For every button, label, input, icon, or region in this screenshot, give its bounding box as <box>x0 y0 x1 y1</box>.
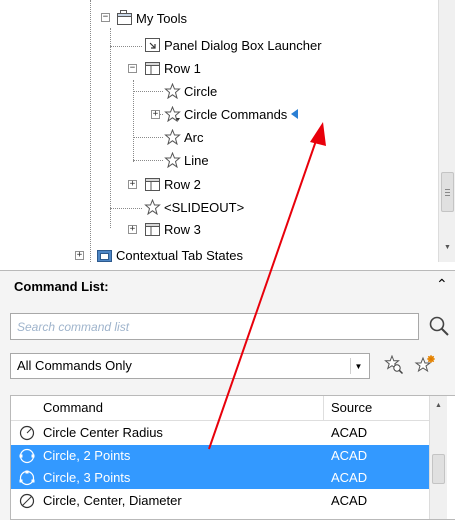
search-icon[interactable] <box>428 315 450 337</box>
tree-connector <box>133 91 163 92</box>
command-source: ACAD <box>331 470 368 485</box>
command-source: ACAD <box>331 448 368 463</box>
find-command-icon[interactable] <box>384 354 404 375</box>
tree-node-row-1[interactable]: Row 1 <box>144 58 201 78</box>
tree-node-label: Circle <box>184 83 218 99</box>
drop-indicator-icon <box>291 107 299 122</box>
star-icon <box>164 82 181 100</box>
tree-node-circle-commands[interactable]: Circle Commands <box>164 104 299 124</box>
star-icon <box>164 105 181 123</box>
tree-node-label: Row 2 <box>164 176 201 192</box>
tree-node-arc[interactable]: Arc <box>164 127 204 147</box>
tree-node-slideout[interactable]: <SLIDEOUT> <box>144 197 244 217</box>
expand-toggle[interactable]: + <box>128 225 137 234</box>
tree-node-row-2[interactable]: Row 2 <box>144 174 201 194</box>
grid-header: Command Source <box>11 396 429 421</box>
circle-center-radius-icon <box>19 425 35 441</box>
table-row[interactable]: Circle, 3 Points ACAD <box>11 467 429 489</box>
command-name: Circle, Center, Diameter <box>43 493 182 508</box>
scroll-down-arrow-icon[interactable]: ▼ <box>444 244 451 251</box>
table-row[interactable]: Circle Center Radius ACAD <box>11 422 429 444</box>
command-source: ACAD <box>331 425 368 440</box>
tree-node-line[interactable]: Line <box>164 150 209 170</box>
collapse-toggle[interactable]: − <box>128 64 137 73</box>
row-icon <box>144 221 161 237</box>
tree-clip: + Contextual Tab States <box>0 244 440 262</box>
scrollbar-thumb[interactable] <box>441 172 454 212</box>
panel-title: Command List: <box>14 279 109 294</box>
grid-scrollbar[interactable]: ▲ <box>429 396 447 519</box>
tree-connector <box>133 160 163 161</box>
expand-toggle[interactable]: + <box>128 180 137 189</box>
command-source: ACAD <box>331 493 368 508</box>
tree-node-my-tools[interactable]: My Tools <box>116 8 187 28</box>
tree-node-label: Panel Dialog Box Launcher <box>164 37 322 53</box>
filter-selected-value: All Commands Only <box>17 358 132 373</box>
chevron-down-icon[interactable]: ▼ <box>350 358 366 374</box>
tree-node-label: Row 1 <box>164 60 201 76</box>
tree-node-label: <SLIDEOUT> <box>164 199 245 215</box>
row-icon <box>144 176 161 192</box>
launcher-icon <box>144 37 161 53</box>
collapse-toggle[interactable]: − <box>101 13 110 22</box>
collapse-panel-button[interactable]: ⌃ <box>436 276 448 293</box>
tree-connector <box>110 28 111 228</box>
scroll-up-arrow-icon[interactable]: ▲ <box>435 402 442 409</box>
row-icon <box>144 60 161 76</box>
command-name: Circle Center Radius <box>43 425 163 440</box>
tree-node-label: My Tools <box>136 10 188 26</box>
command-list-panel: Command List: ⌃ All Commands Only ▼ Comm… <box>0 270 455 520</box>
column-header-command[interactable]: Command <box>43 400 103 415</box>
circle-3-points-icon <box>19 470 35 486</box>
tree-node-panel-dialog-box-launcher[interactable]: Panel Dialog Box Launcher <box>144 35 322 55</box>
tree-connector <box>133 137 163 138</box>
star-icon <box>164 151 181 169</box>
cui-tree-panel: − My Tools Panel Dialog Box Launcher − R… <box>0 0 455 262</box>
star-icon <box>164 128 181 146</box>
folder-icon <box>96 247 113 262</box>
command-name: Circle, 2 Points <box>43 448 131 463</box>
search-input[interactable] <box>10 313 419 340</box>
tree-node-label: Circle Commands <box>184 106 288 122</box>
panel-icon <box>116 10 133 26</box>
table-row[interactable]: Circle, Center, Diameter ACAD <box>11 490 429 512</box>
tree-node-circle[interactable]: Circle <box>164 81 217 101</box>
circle-2-points-icon <box>19 448 35 464</box>
expand-toggle[interactable]: + <box>151 110 160 119</box>
tree-connector <box>110 46 142 47</box>
tree-scrollbar[interactable]: ▼ <box>438 0 455 262</box>
star-icon <box>144 198 161 216</box>
command-name: Circle, 3 Points <box>43 470 131 485</box>
column-divider[interactable] <box>323 396 324 420</box>
tree-node-contextual-tab-states[interactable]: Contextual Tab States <box>96 245 243 262</box>
tree-node-label: Arc <box>184 129 204 145</box>
scrollbar-thumb[interactable] <box>432 454 445 484</box>
circle-center-diameter-icon <box>19 493 35 509</box>
create-command-icon[interactable] <box>414 355 436 375</box>
expand-toggle[interactable]: + <box>75 251 84 260</box>
tree-connector <box>90 0 91 262</box>
tree-node-label: Line <box>184 152 209 168</box>
command-filter-select[interactable]: All Commands Only ▼ <box>10 353 370 379</box>
tree-node-label: Contextual Tab States <box>116 247 243 263</box>
tree-connector <box>133 80 134 162</box>
column-header-source[interactable]: Source <box>331 400 372 415</box>
command-grid: Command Source Circle Center Radius ACAD… <box>10 395 455 520</box>
tree-node-label: Row 3 <box>164 221 201 237</box>
tree-connector <box>110 208 142 209</box>
table-row[interactable]: Circle, 2 Points ACAD <box>11 445 429 467</box>
tree-node-row-3[interactable]: Row 3 <box>144 219 201 239</box>
